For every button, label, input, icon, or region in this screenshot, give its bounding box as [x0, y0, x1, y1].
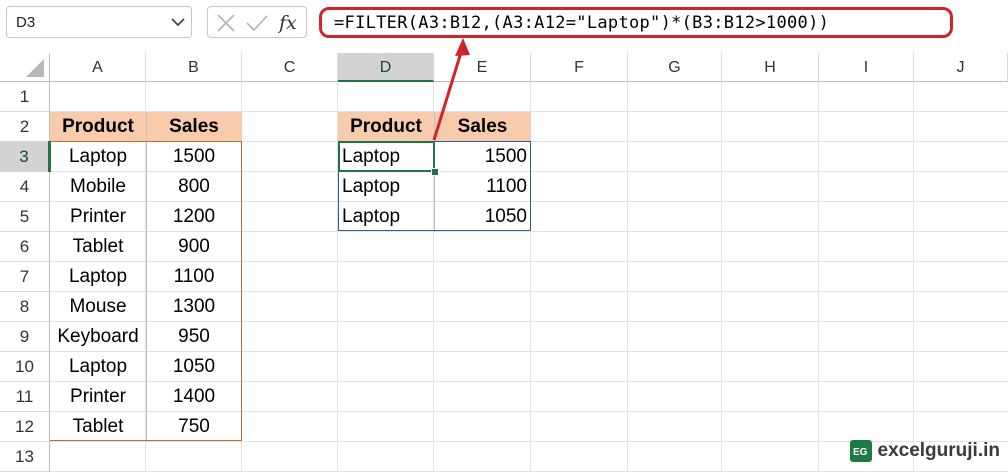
name-box[interactable]: D3 — [6, 6, 192, 38]
row-header-5[interactable]: 5 — [0, 202, 50, 232]
row-header-3[interactable]: 3 — [0, 142, 50, 172]
column-header-a[interactable]: A — [50, 53, 146, 82]
row-header-12[interactable]: 12 — [0, 412, 50, 442]
column-header-j[interactable]: J — [914, 53, 1008, 82]
row-header-10[interactable]: 10 — [0, 352, 50, 382]
column-header-b[interactable]: B — [146, 53, 242, 82]
row-header-2[interactable]: 2 — [0, 112, 50, 142]
source-header-sales[interactable]: Sales — [146, 112, 242, 142]
name-box-value: D3 — [16, 14, 36, 31]
result-header-product[interactable]: Product — [338, 112, 434, 142]
enter-check-icon[interactable] — [246, 14, 268, 32]
column-header-g[interactable]: G — [628, 53, 722, 82]
row-header-13[interactable]: 13 — [0, 442, 50, 472]
row-selection-indicator — [48, 141, 51, 172]
column-header-h[interactable]: H — [722, 53, 819, 82]
row-header-6[interactable]: 6 — [0, 232, 50, 262]
column-header-d[interactable]: D — [338, 53, 434, 82]
source-range-border — [50, 141, 242, 441]
source-header-product[interactable]: Product — [50, 112, 146, 142]
row-header-9[interactable]: 9 — [0, 322, 50, 352]
excelguruji-logo-icon: EG — [849, 440, 872, 462]
chevron-down-icon[interactable] — [171, 18, 185, 27]
row-header-4[interactable]: 4 — [0, 172, 50, 202]
row-header-7[interactable]: 7 — [0, 262, 50, 292]
watermark-text: excelguruji.in — [877, 440, 1000, 461]
column-header-f[interactable]: F — [531, 53, 628, 82]
cancel-icon[interactable] — [216, 14, 236, 32]
svg-text:EG: EG — [853, 447, 868, 458]
fill-handle[interactable] — [431, 168, 439, 176]
row-header-11[interactable]: 11 — [0, 382, 50, 412]
formula-input[interactable]: =FILTER(A3:B12,(A3:A12="Laptop")*(B3:B12… — [319, 7, 953, 38]
column-header-c[interactable]: C — [242, 53, 338, 82]
row-header-1[interactable]: 1 — [0, 82, 50, 112]
select-all-corner[interactable] — [0, 53, 50, 82]
formula-bar: D3 fx =FILTER(A3:B12,(A3:A12="Laptop")*(… — [0, 0, 1008, 49]
svg-text:fx: fx — [278, 12, 297, 34]
active-cell[interactable] — [338, 141, 435, 172]
watermark: EG excelguruji.in — [849, 439, 1000, 463]
row-header-8[interactable]: 8 — [0, 292, 50, 322]
select-all-triangle-icon — [26, 59, 44, 77]
formula-text: =FILTER(A3:B12,(A3:A12="Laptop")*(B3:B12… — [334, 13, 830, 33]
result-header-sales[interactable]: Sales — [434, 112, 531, 142]
formula-buttons: fx — [207, 6, 307, 38]
column-header-e[interactable]: E — [434, 53, 531, 82]
insert-function-icon[interactable]: fx — [278, 11, 302, 35]
column-header-i[interactable]: I — [819, 53, 914, 82]
